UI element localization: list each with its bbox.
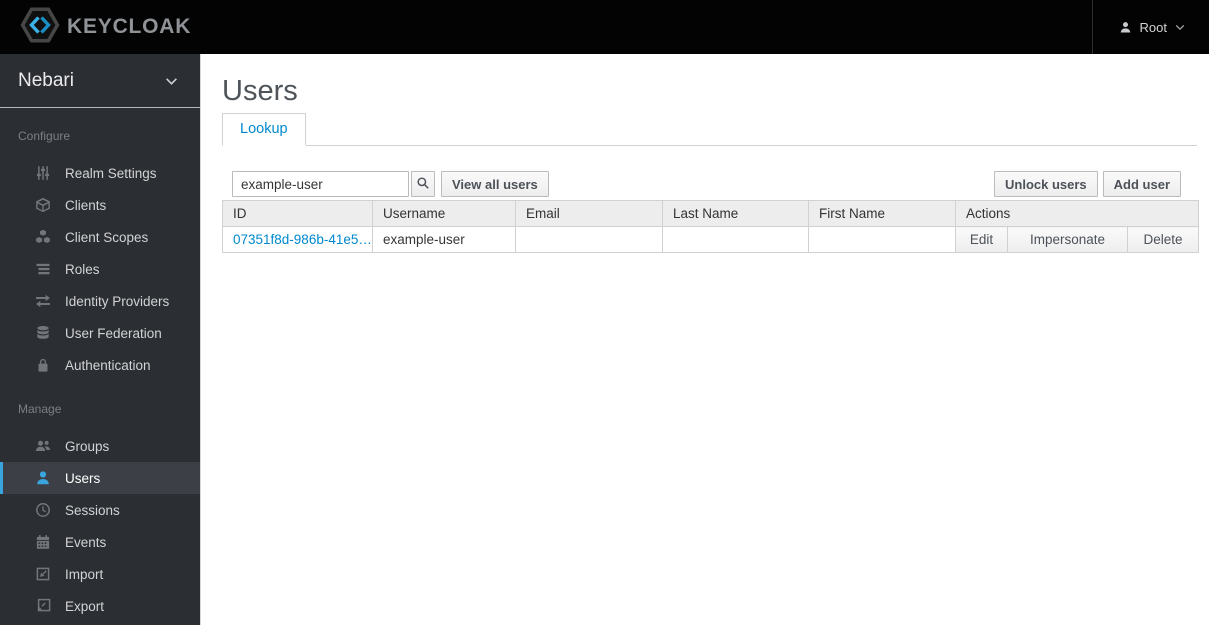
sidebar-item-label: Import [65, 566, 104, 582]
page-title: Users [222, 75, 298, 107]
user-id-link[interactable]: 07351f8d-986b-41e5… [233, 232, 372, 247]
last-name-cell [662, 226, 809, 253]
sidebar-item-label: Roles [65, 261, 100, 277]
lock-icon [34, 357, 51, 374]
list-icon [34, 261, 51, 278]
import-icon [34, 566, 51, 583]
sliders-icon [34, 165, 51, 182]
sidebar-item-label: Export [65, 598, 105, 614]
sidebar-item-label: Authentication [65, 357, 151, 373]
column-header-first-name: First Name [808, 200, 956, 227]
edit-action[interactable]: Edit [955, 226, 1008, 253]
search-button[interactable] [411, 171, 435, 197]
search-icon [416, 176, 430, 193]
sidebar-item-client-scopes[interactable]: Client Scopes [0, 221, 200, 253]
tab-bar: Lookup [222, 113, 1197, 146]
sidebar-item-label: Groups [65, 438, 110, 454]
user-menu[interactable]: Root [1091, 0, 1209, 54]
sidebar-item-identity-providers[interactable]: Identity Providers [0, 285, 200, 317]
user-menu-label: Root [1139, 19, 1167, 35]
sidebar-item-import[interactable]: Import [0, 558, 200, 590]
sidebar-item-label: Clients [65, 197, 107, 213]
main-content: Users Lookup View all users Unlock users… [200, 54, 1209, 625]
sidebar-item-label: User Federation [65, 325, 162, 341]
sidebar-item-events[interactable]: Events [0, 526, 200, 558]
column-header-username: Username [372, 200, 516, 227]
impersonate-action[interactable]: Impersonate [1007, 226, 1128, 253]
exchange-arrows-icon [34, 293, 51, 310]
sidebar-item-export[interactable]: Export [0, 590, 200, 622]
sidebar-item-roles[interactable]: Roles [0, 253, 200, 285]
chevron-down-icon [1175, 24, 1185, 31]
sidebar-item-groups[interactable]: Groups [0, 430, 200, 462]
section-label-manage: Manage [18, 402, 62, 416]
sidebar-item-user-federation[interactable]: User Federation [0, 317, 200, 349]
delete-action[interactable]: Delete [1126, 226, 1200, 253]
first-name-cell [808, 226, 956, 253]
sidebar-item-sessions[interactable]: Sessions [0, 494, 200, 526]
action-buttons: Unlock users Add user [994, 171, 1198, 197]
sidebar-item-label: Events [65, 534, 107, 550]
tab-lookup[interactable]: Lookup [222, 113, 306, 146]
search-input[interactable] [232, 171, 409, 197]
user-id-cell: 07351f8d-986b-41e5… [222, 226, 373, 253]
chevron-down-icon [165, 70, 178, 92]
view-all-users-button[interactable]: View all users [441, 171, 549, 197]
sidebar-item-label: Sessions [65, 502, 120, 518]
sidebar-item-label: Users [65, 470, 101, 486]
sidebar-item-users[interactable]: Users [0, 462, 200, 494]
cube-icon [34, 197, 51, 214]
add-user-button[interactable]: Add user [1102, 171, 1181, 197]
section-label-configure: Configure [18, 129, 71, 143]
table-row: 07351f8d-986b-41e5… example-user Edit Im… [222, 226, 1200, 253]
users-table: ID Username Email Last Name First Name A… [222, 200, 1200, 253]
sidebar-item-authentication[interactable]: Authentication [0, 349, 200, 381]
column-header-id: ID [222, 200, 373, 227]
sidebar-item-label: Realm Settings [65, 165, 157, 181]
sidebar: Nebari Configure Realm Settings Clients … [0, 54, 200, 625]
brand-text: KEYCLOAK [67, 15, 192, 38]
calendar-icon [34, 534, 51, 551]
keycloak-logo-icon [20, 7, 60, 48]
keycloak-logo[interactable]: KEYCLOAK [0, 0, 191, 54]
table-header-row: ID Username Email Last Name First Name A… [222, 200, 1200, 227]
export-icon [34, 598, 51, 615]
realm-name: Nebari [18, 69, 74, 91]
realm-selector[interactable]: Nebari [0, 54, 200, 108]
unlock-users-button[interactable]: Unlock users [994, 171, 1098, 197]
search-group: View all users [222, 171, 549, 197]
sidebar-item-label: Client Scopes [65, 229, 149, 245]
column-header-actions: Actions [954, 200, 1200, 227]
user-icon [34, 470, 51, 487]
group-icon [34, 438, 51, 455]
cubes-icon [34, 229, 51, 246]
sidebar-item-label: Identity Providers [65, 293, 170, 309]
sidebar-item-realm-settings[interactable]: Realm Settings [0, 157, 200, 189]
email-cell [515, 226, 663, 253]
user-icon [1119, 21, 1132, 34]
clock-icon [34, 502, 51, 519]
topbar: KEYCLOAK Root [0, 0, 1209, 54]
username-cell: example-user [372, 226, 516, 253]
database-icon [34, 325, 51, 342]
column-header-last-name: Last Name [662, 200, 809, 227]
column-header-email: Email [515, 200, 663, 227]
users-toolbar: View all users Unlock users Add user [222, 171, 1198, 197]
sidebar-item-clients[interactable]: Clients [0, 189, 200, 221]
